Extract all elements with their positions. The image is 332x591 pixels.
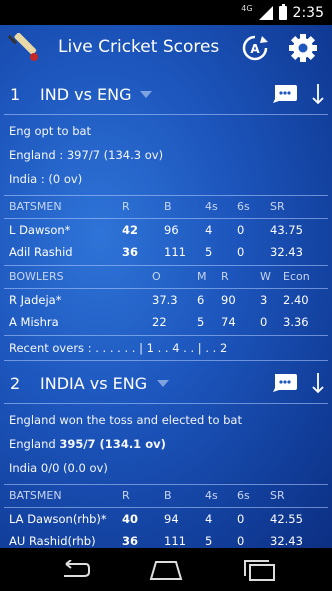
battery-icon	[278, 3, 287, 20]
navigation-bar	[0, 548, 332, 591]
divider	[4, 360, 328, 361]
match-number: 2	[10, 373, 21, 393]
team1-score: England 395/7 (134.1 ov)	[0, 432, 332, 456]
toss-status: England won the toss and elected to bat	[9, 413, 242, 427]
match-card-2[interactable]: 2 INDIA vs ENG England won the toss and …	[0, 363, 332, 548]
batsman-row: Adil Rashid 36 111 5 0 32.43	[9, 245, 303, 259]
match-title: INDIA vs ENG	[40, 373, 148, 393]
toss-status: Eng opt to bat	[9, 124, 92, 138]
gear-icon[interactable]	[288, 33, 318, 63]
divider	[4, 403, 328, 404]
recents-icon[interactable]	[242, 559, 276, 581]
back-icon[interactable]	[56, 560, 90, 580]
team1-score: England : 397/7 (134.3 ov)	[9, 148, 164, 162]
message-icon[interactable]	[273, 374, 297, 392]
message-icon[interactable]	[273, 85, 297, 103]
app-title: Live Cricket Scores	[58, 37, 220, 57]
team1-name: England	[9, 437, 56, 451]
arrow-down-icon[interactable]	[312, 372, 324, 394]
match-header[interactable]: 2 INDIA vs ENG	[0, 363, 332, 403]
match-header[interactable]: 1 IND vs ENG	[0, 74, 332, 114]
app-bar: Live Cricket Scores A	[0, 25, 332, 71]
batsmen-header: BATSMEN R B 4s 6s SR	[9, 200, 285, 213]
match-title: IND vs ENG	[40, 84, 132, 104]
cricket-bat-icon	[8, 33, 38, 61]
network-type: 4G	[241, 4, 253, 13]
svg-text:A: A	[250, 42, 260, 56]
bowlers-header: BOWLERS O M R W Econ	[9, 270, 310, 283]
match-number: 1	[10, 84, 21, 104]
team1-score-value: 395/7 (134.1 ov)	[59, 437, 166, 451]
dropdown-caret-icon[interactable]	[157, 379, 169, 387]
bowler-row: R Jadeja* 37.3 6 90 3 2.40	[9, 293, 309, 307]
status-bar: 4G 2:35	[0, 0, 332, 25]
team2-score: India 0/0 (0.0 ov)	[9, 461, 108, 475]
team2-score: India : (0 ov)	[9, 172, 83, 186]
recent-overs: Recent overs : . . . . . . | 1 . . 4 . .…	[9, 341, 228, 355]
batsman-row: LA Dawson(rhb)* 40 94 4 0 42.55	[9, 512, 303, 526]
dropdown-caret-icon[interactable]	[140, 90, 152, 98]
batsmen-header: BATSMEN R B 4s 6s SR	[9, 489, 285, 502]
home-icon[interactable]	[148, 559, 184, 581]
batsman-row: L Dawson* 42 96 4 0 43.75	[9, 223, 303, 237]
auto-refresh-icon[interactable]: A	[241, 34, 269, 62]
match-card-1[interactable]: 1 IND vs ENG Eng opt to bat England : 39…	[0, 74, 332, 361]
arrow-down-icon[interactable]	[312, 83, 324, 105]
batsman-row: AU Rashid(rhb) 36 111 5 0 32.43	[9, 534, 303, 548]
signal-icon	[258, 5, 273, 20]
app-screen: Live Cricket Scores A 1 IND vs ENG Eng o…	[0, 25, 332, 548]
clock: 2:35	[292, 4, 324, 21]
divider	[4, 114, 328, 115]
bowler-row: A Mishra 22 5 74 0 3.36	[9, 315, 309, 329]
